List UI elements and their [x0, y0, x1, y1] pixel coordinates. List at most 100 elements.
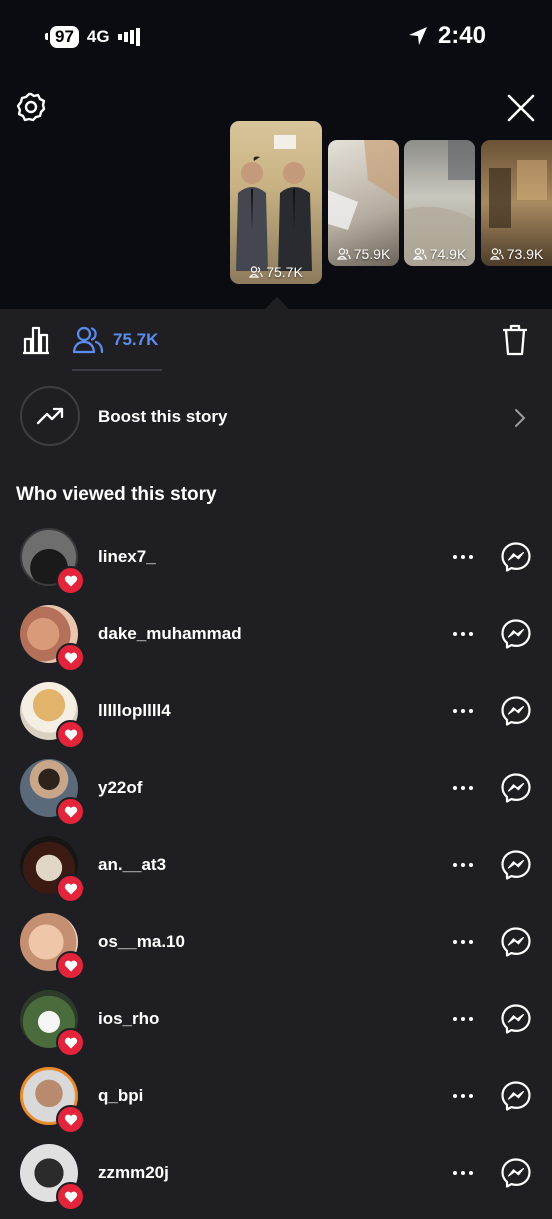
story-views-count: 75.9K [353, 246, 391, 262]
status-bar-right: 2:40 [408, 22, 486, 50]
viewer-username[interactable]: ios_rho [98, 1009, 159, 1029]
heart-icon [64, 729, 77, 740]
bar-chart-icon [23, 326, 49, 355]
selected-story-pointer [264, 297, 290, 310]
viewer-row[interactable]: lllllopllll4 [0, 680, 552, 757]
network-type: 4G [86, 27, 110, 46]
liked-heart-badge [56, 797, 85, 826]
more-options-button[interactable] [453, 940, 473, 944]
viewer-row[interactable]: zzmm20j [0, 1142, 552, 1219]
liked-heart-badge [56, 566, 85, 595]
messenger-icon [501, 927, 531, 957]
more-options-button[interactable] [453, 632, 473, 636]
more-options-button[interactable] [453, 1171, 473, 1175]
story-image [236, 135, 312, 271]
viewers-icon [336, 248, 351, 260]
liked-heart-badge [56, 1105, 85, 1134]
message-button[interactable] [500, 926, 532, 958]
story-thumbnail[interactable]: 73.9K [481, 140, 552, 266]
story-views: 75.9K [328, 246, 399, 262]
viewer-row[interactable]: os__ma.10 [0, 911, 552, 988]
tab-viewers[interactable] [72, 325, 104, 360]
message-button[interactable] [500, 1157, 532, 1189]
location-arrow-icon [408, 27, 427, 45]
viewer-username[interactable]: os__ma.10 [98, 932, 185, 952]
clock: 2:40 [437, 22, 486, 49]
story-views: 74.9K [404, 246, 475, 262]
message-button[interactable] [500, 849, 532, 881]
heart-icon [64, 575, 77, 586]
story-views: 75.7K [230, 264, 322, 280]
liked-heart-badge [56, 951, 85, 980]
close-button[interactable] [506, 93, 536, 128]
viewer-row[interactable]: an.__at3 [0, 834, 552, 911]
viewers-icon [249, 266, 263, 278]
viewer-username[interactable]: y22of [98, 778, 142, 798]
message-button[interactable] [500, 618, 532, 650]
tab-active-indicator [72, 369, 162, 371]
more-options-button[interactable] [453, 1094, 473, 1098]
more-options-button[interactable] [453, 863, 473, 867]
story-views: 73.9K [481, 246, 552, 262]
heart-icon [64, 883, 77, 894]
viewer-username[interactable]: lllllopllll4 [98, 701, 171, 721]
messenger-icon [501, 1081, 531, 1111]
gear-icon [16, 92, 46, 122]
tab-insights[interactable] [20, 324, 52, 361]
messenger-icon [501, 850, 531, 880]
viewer-username[interactable]: dake_muhammad [98, 624, 242, 644]
heart-icon [64, 1191, 77, 1202]
story-views-count: 73.9K [506, 246, 544, 262]
viewer-username[interactable]: an.__at3 [98, 855, 166, 875]
messenger-icon [501, 619, 531, 649]
more-options-button[interactable] [453, 1017, 473, 1021]
viewer-row[interactable]: dake_muhammad [0, 603, 552, 680]
more-options-button[interactable] [453, 786, 473, 790]
messenger-icon [501, 773, 531, 803]
viewer-username[interactable]: linex7_ [98, 547, 156, 567]
boost-story-row[interactable] [0, 381, 552, 451]
liked-heart-badge [56, 1182, 85, 1211]
messenger-icon [501, 696, 531, 726]
messenger-icon [501, 1158, 531, 1188]
viewers-icon [72, 326, 104, 354]
message-button[interactable] [500, 541, 532, 573]
message-button[interactable] [500, 772, 532, 804]
story-thumbnail[interactable]: 75.9K [328, 140, 399, 266]
story-thumbnail[interactable]: 74.9K [404, 140, 475, 266]
viewer-row[interactable]: linex7_ [0, 526, 552, 603]
liked-heart-badge [56, 874, 85, 903]
messenger-icon [501, 542, 531, 572]
trash-icon [503, 324, 527, 356]
delete-story-button[interactable] [501, 324, 529, 361]
viewer-row[interactable]: ios_rho [0, 988, 552, 1065]
boost-icon-circle [20, 386, 80, 446]
signal-icon [117, 28, 140, 46]
viewer-username[interactable]: q_bpi [98, 1086, 143, 1106]
story-views-count: 75.7K [266, 264, 303, 280]
viewer-username[interactable]: zzmm20j [98, 1163, 169, 1183]
story-thumbnail-selected[interactable]: 75.7K [230, 121, 322, 284]
heart-icon [64, 1114, 77, 1125]
settings-button[interactable] [16, 92, 46, 127]
viewer-row[interactable]: q_bpi [0, 1065, 552, 1142]
status-bar-left: 97 4G [45, 26, 140, 48]
tab-viewers-count[interactable]: 75.7K [113, 330, 158, 350]
trending-up-icon [36, 407, 64, 425]
message-button[interactable] [500, 1080, 532, 1112]
viewers-icon [412, 248, 427, 260]
chevron-right-icon [514, 408, 526, 433]
viewers-section-title: Who viewed this story [16, 484, 217, 505]
message-button[interactable] [500, 695, 532, 727]
battery-indicator: 97 [45, 26, 79, 48]
heart-icon [64, 1037, 77, 1048]
more-options-button[interactable] [453, 709, 473, 713]
message-button[interactable] [500, 1003, 532, 1035]
viewer-row[interactable]: y22of [0, 757, 552, 834]
liked-heart-badge [56, 1028, 85, 1057]
more-options-button[interactable] [453, 555, 473, 559]
heart-icon [64, 960, 77, 971]
boost-label[interactable]: Boost this story [98, 407, 227, 427]
messenger-icon [501, 1004, 531, 1034]
liked-heart-badge [56, 643, 85, 672]
